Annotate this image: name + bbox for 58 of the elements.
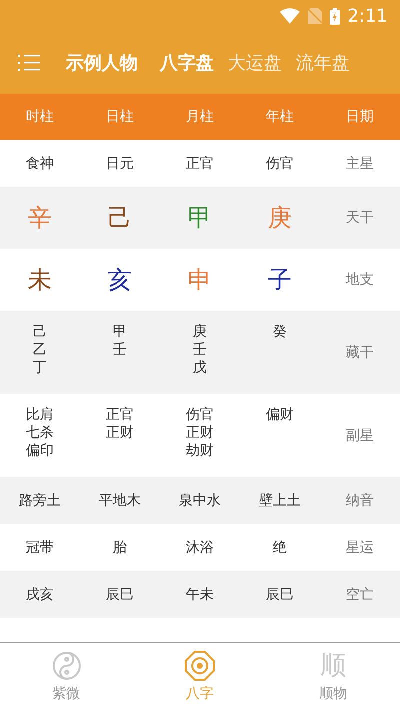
no-sim-icon (308, 8, 322, 24)
table-cell-text: 己 (108, 203, 132, 234)
table-cell-text: 未 (28, 265, 52, 296)
yin-yang-icon (52, 651, 82, 681)
table-cell: 壁上土 (259, 492, 301, 510)
chart-tab[interactable]: 八字盘 (160, 51, 214, 75)
table-cell: 正官 (186, 154, 214, 172)
column-header: 月柱 (185, 108, 215, 126)
bottom-tab[interactable]: 紫微 (0, 643, 134, 711)
battery-icon (330, 8, 340, 24)
table-cell-text: 辛 (28, 203, 52, 234)
row-label: 主星 (346, 154, 374, 172)
table-cell: 泉中水 (179, 492, 221, 510)
table-cell: 平地木 (99, 492, 141, 510)
table-cell-text: 庚 (268, 203, 292, 234)
table-cell: 沐浴 (186, 538, 214, 556)
table-cell: 伤官 正财 劫财 (186, 406, 214, 460)
row-label: 藏干 (346, 344, 374, 362)
status-time: 2:11 (348, 6, 388, 26)
menu-icon[interactable] (18, 54, 42, 72)
row-label: 空亡 (346, 586, 374, 604)
column-header: 日柱 (105, 108, 135, 126)
table-cell: 癸 (273, 323, 287, 341)
table-cell: 比肩 七杀 偏印 (26, 406, 54, 460)
row-label: 地支 (346, 271, 374, 289)
column-header: 年柱 (265, 108, 295, 126)
column-header: 日期 (345, 108, 375, 126)
octagon-icon (184, 651, 215, 681)
table-cell: 午未 (186, 586, 214, 604)
table-cell-text: 申 (188, 265, 212, 296)
table-cell-text: 子 (268, 265, 292, 296)
row-label: 副星 (346, 426, 374, 444)
row-label: 纳音 (346, 492, 374, 510)
chart-tab[interactable]: 大运盘 (228, 51, 282, 75)
table-cell: 日元 (106, 154, 134, 172)
table-cell: 辰巳 (266, 586, 294, 604)
table-cell: 甲 壬 (113, 323, 127, 359)
table-cell: 戌亥 (26, 586, 54, 604)
person-title[interactable]: 示例人物 (66, 51, 138, 75)
row-label: 星运 (346, 538, 374, 556)
bottom-tab[interactable]: 八字 (133, 643, 267, 711)
chart-tab[interactable]: 流年盘 (296, 51, 350, 75)
table-cell-text: 亥 (108, 265, 132, 296)
table-cell: 辰巳 (106, 586, 134, 604)
table-cell: 偏财 (266, 406, 294, 424)
table-cell: 胎 (113, 538, 127, 556)
wifi-icon (280, 8, 300, 24)
table-cell: 伤官 (266, 154, 294, 172)
table-cell: 己 乙 丁 (33, 323, 47, 377)
table-cell: 正官 正财 (106, 406, 134, 442)
table-cell: 路旁土 (19, 492, 61, 510)
row-label: 天干 (346, 209, 374, 227)
table-cell: 庚 壬 戊 (193, 323, 207, 377)
table-cell: 绝 (273, 538, 287, 556)
table-cell-text: 甲 (188, 203, 212, 234)
column-header: 时柱 (25, 108, 55, 126)
table-cell: 冠带 (26, 538, 54, 556)
table-cell: 食神 (26, 154, 54, 172)
